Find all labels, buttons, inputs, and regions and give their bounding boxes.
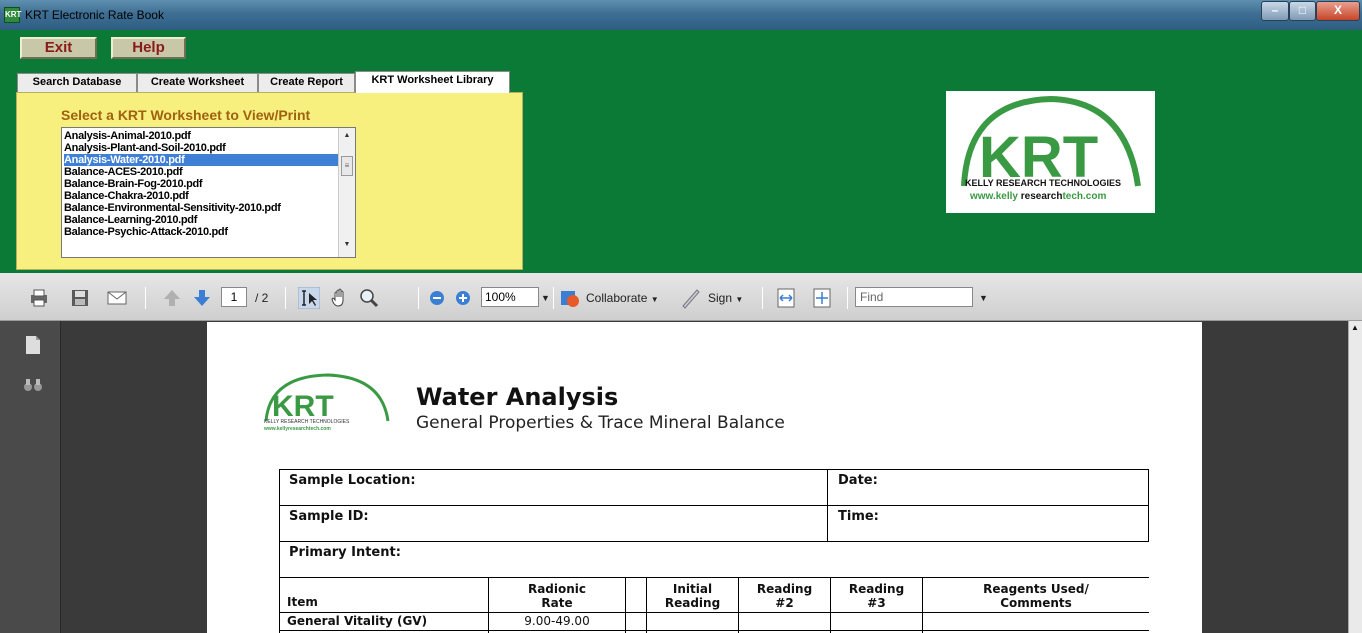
list-item[interactable]: Balance-Environmental-Sensitivity-2010.p…	[64, 202, 339, 214]
table-border	[279, 630, 1149, 631]
list-item[interactable]: Balance-ACES-2010.pdf	[64, 166, 339, 178]
pdf-navigation-pane	[0, 321, 61, 633]
sample-location-label: Sample Location:	[289, 473, 416, 488]
table-border	[279, 612, 1149, 613]
chevron-down-icon: ▼	[650, 295, 659, 304]
print-icon[interactable]	[28, 287, 50, 309]
minimize-button[interactable]: –	[1261, 1, 1289, 21]
list-item[interactable]: Balance-Chakra-2010.pdf	[64, 190, 339, 202]
column-header-radionic-rate: Radionic Rate	[527, 582, 587, 610]
collaborate-menu[interactable]: Collaborate ▼	[586, 287, 659, 309]
zoom-dropdown-icon[interactable]: ▼	[541, 287, 550, 309]
window-titlebar: KRT KRT Electronic Rate Book – □ X	[0, 0, 1362, 30]
table-border	[922, 577, 923, 633]
fit-page-icon[interactable]	[811, 287, 833, 309]
toolbar-separator	[145, 287, 146, 309]
toolbar-separator	[847, 287, 848, 309]
maximize-button[interactable]: □	[1289, 1, 1316, 21]
krt-logo: KRT KELLY RESEARCH TECHNOLOGIES www.kell…	[946, 91, 1155, 213]
pen-icon[interactable]	[680, 287, 702, 309]
table-border	[279, 469, 280, 633]
toolbar-separator	[285, 287, 286, 309]
table-border	[738, 577, 739, 633]
library-prompt: Select a KRT Worksheet to View/Print	[61, 107, 311, 123]
sample-id-label: Sample ID:	[289, 509, 369, 524]
list-item[interactable]: Analysis-Animal-2010.pdf	[64, 130, 339, 142]
list-item[interactable]: Balance-Brain-Fog-2010.pdf	[64, 178, 339, 190]
save-icon[interactable]	[69, 287, 91, 309]
hand-tool-icon[interactable]	[329, 287, 351, 309]
column-header-reading-2: Reading #2	[756, 582, 813, 610]
find-input[interactable]: Find	[855, 287, 973, 307]
collaborate-icon[interactable]	[559, 287, 581, 309]
column-header-reagents-comments: Reagents Used/Comments	[983, 582, 1089, 610]
table-row-rate: 9.00-49.00	[524, 614, 590, 628]
toolbar-separator	[418, 287, 419, 309]
table-border	[646, 577, 647, 633]
document-subtitle: General Properties & Trace Mineral Balan…	[416, 413, 785, 433]
window-title: KRT Electronic Rate Book	[25, 8, 164, 22]
zoom-level-input[interactable]: 100%	[481, 287, 539, 307]
list-item[interactable]: Balance-Learning-2010.pdf	[64, 214, 339, 226]
marquee-zoom-icon[interactable]	[358, 287, 380, 309]
tab-create-report[interactable]: Create Report	[258, 73, 355, 92]
page-number-input[interactable]: 1	[221, 287, 247, 307]
chevron-down-icon: ▼	[735, 295, 744, 304]
worksheet-listbox[interactable]: Analysis-Animal-2010.pdf Analysis-Plant-…	[61, 127, 356, 258]
exit-button[interactable]: Exit	[20, 37, 97, 59]
scroll-thumb[interactable]: ≡	[341, 156, 353, 176]
table-border	[279, 541, 1149, 542]
tab-create-worksheet[interactable]: Create Worksheet	[137, 73, 258, 92]
table-border	[279, 469, 1149, 470]
listbox-scrollbar[interactable]: ▲ ≡ ▼	[338, 128, 355, 257]
document-logo-url: www.kellyresearchtech.com	[264, 426, 331, 432]
list-item[interactable]: Balance-Psychic-Attack-2010.pdf	[64, 226, 339, 238]
table-row-item: General Vitality (GV)	[287, 614, 428, 628]
table-border	[827, 469, 828, 542]
fit-width-icon[interactable]	[775, 287, 797, 309]
close-window-button[interactable]: X	[1316, 1, 1360, 21]
binoculars-icon[interactable]	[23, 378, 43, 392]
document-logo-company: KELLY RESEARCH TECHNOLOGIES	[264, 419, 350, 425]
next-page-icon[interactable]	[191, 287, 213, 309]
sign-menu[interactable]: Sign ▼	[708, 287, 743, 309]
table-border	[279, 505, 1149, 506]
scroll-up-icon[interactable]: ▲	[341, 132, 353, 139]
table-border	[1148, 469, 1149, 542]
table-border	[279, 577, 1149, 578]
list-item-selected[interactable]: Analysis-Water-2010.pdf	[64, 154, 339, 166]
zoom-out-icon[interactable]	[426, 287, 448, 309]
toolbar-separator	[762, 287, 763, 309]
document-title: Water Analysis	[416, 383, 619, 411]
time-label: Time:	[838, 509, 879, 524]
table-border	[830, 577, 831, 633]
pdf-toolbar: 1 / 2 100% ▼ Collaborate ▼ Sign ▼ Find ▼	[0, 273, 1362, 321]
column-header-item: Item	[287, 595, 318, 609]
toolbar-separator	[553, 287, 554, 309]
table-border	[488, 577, 489, 633]
page-total: / 2	[255, 291, 269, 305]
find-dropdown-icon[interactable]: ▼	[979, 287, 988, 309]
primary-intent-label: Primary Intent:	[289, 545, 401, 560]
email-icon[interactable]	[106, 287, 128, 309]
scroll-down-icon[interactable]: ▼	[341, 241, 353, 248]
date-label: Date:	[838, 473, 878, 488]
logo-company-name: KELLY RESEARCH TECHNOLOGIES	[965, 178, 1122, 188]
pdf-scrollbar[interactable]: ▲	[1348, 321, 1362, 633]
column-header-initial-reading: Initial Reading	[664, 582, 721, 610]
tab-krt-worksheet-library[interactable]: KRT Worksheet Library	[355, 71, 510, 93]
tab-search-database[interactable]: Search Database	[17, 73, 137, 92]
document-logo: KRT	[264, 373, 390, 423]
logo-url: www.kelly researchtech.com	[970, 191, 1107, 202]
pages-panel-icon[interactable]	[24, 335, 42, 355]
list-item[interactable]: Analysis-Plant-and-Soil-2010.pdf	[64, 142, 339, 154]
previous-page-icon[interactable]	[161, 287, 183, 309]
help-button[interactable]: Help	[111, 37, 186, 59]
select-tool-icon[interactable]	[298, 287, 320, 309]
app-icon: KRT	[4, 7, 21, 23]
zoom-in-icon[interactable]	[452, 287, 474, 309]
scroll-up-icon[interactable]: ▲	[1351, 323, 1359, 332]
table-border	[625, 577, 626, 633]
column-header-reading-3: Reading #3	[848, 582, 905, 610]
